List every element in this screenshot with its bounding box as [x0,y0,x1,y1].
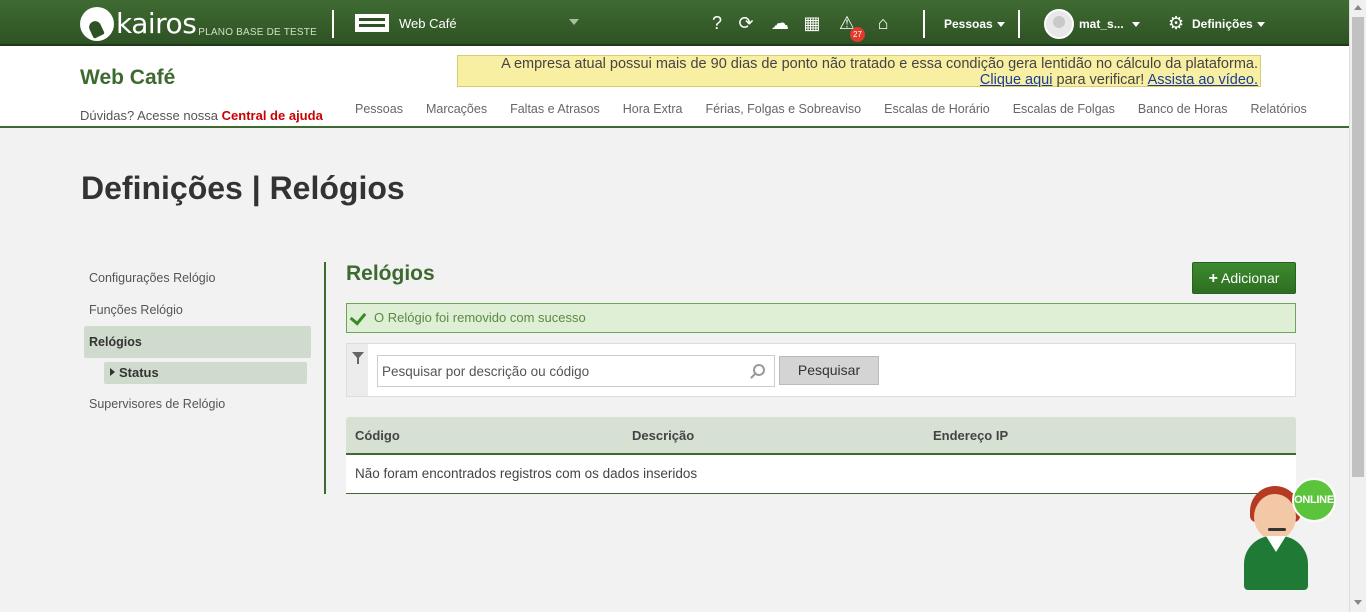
warning-banner: A empresa atual possui mais de 90 dias d… [457,55,1261,88]
chevron-down-icon [1256,22,1265,28]
video-link[interactable]: Assista ao vídeo. [1148,72,1258,88]
sidebar-item-funcoes[interactable]: Funções Relógio [84,294,311,326]
header: Web Café Dúvidas? Acesse nossa Central d… [0,46,1349,128]
gear-icon[interactable]: ⚙ [1168,13,1184,33]
empty-state-message: Não foram encontrados registros com os d… [346,455,1296,494]
username-label: mat_s... [1079,17,1124,31]
help-icon[interactable]: ? [706,13,728,33]
sidebar-divider [324,262,326,494]
help-center-link[interactable]: Central de ajuda [222,108,323,123]
nav-faltas-atrasos[interactable]: Faltas e Atrasos [510,102,600,116]
warning-text: A empresa atual possui mais de 90 dias d… [501,56,1258,72]
nav-ferias-folgas[interactable]: Férias, Folgas e Sobreaviso [705,102,861,116]
chevron-down-icon [1131,22,1140,28]
agent-head [1254,494,1296,540]
divider [923,10,925,38]
column-header-ip[interactable]: Endereço IP [933,428,1008,443]
main-nav: Pessoas Marcações Faltas e Atrasos Hora … [355,102,1330,116]
success-alert: O Relógio foi removido com sucesso [346,303,1296,333]
scroll-thumb[interactable] [1352,17,1364,477]
logo-text: kairos [116,7,197,40]
settings-menu-label: Definições [1192,17,1253,31]
building-icon [355,14,389,32]
chevron-down-icon [996,22,1005,28]
sidebar: Configurações Relógio Funções Relógio Re… [84,262,311,420]
check-link[interactable]: Clique aqui [980,72,1053,88]
search-input[interactable] [377,355,775,387]
nav-hora-extra[interactable]: Hora Extra [623,102,683,116]
people-menu[interactable]: Pessoas [944,17,1005,31]
filter-toggle[interactable] [347,344,368,396]
alert-count-badge: 27 [850,27,865,42]
column-header-descricao[interactable]: Descrição [632,428,694,443]
warning-mid-text: para verificar! [1056,72,1145,88]
add-button[interactable]: + Adicionar [1192,262,1296,294]
scroll-down-icon[interactable] [1354,600,1362,605]
section-title: Relógios [346,262,435,285]
help-text: Dúvidas? Acesse nossa Central de ajuda [80,108,323,123]
company-title: Web Café [80,66,176,89]
sync-icon[interactable]: ⟳ [735,13,757,33]
sidebar-subitem-label: Status [119,365,159,380]
avatar[interactable] [1044,9,1074,39]
sidebar-item-relogios[interactable]: Relógios [84,326,311,358]
divider [1018,10,1020,38]
table-header: Código Descrição Endereço IP [346,417,1296,455]
filter-icon [352,352,364,364]
nav-banco-horas[interactable]: Banco de Horas [1138,102,1228,116]
cloud-upload-icon[interactable]: ☁ [769,13,791,33]
column-header-codigo[interactable]: Código [355,428,400,443]
page-title: Definições | Relógios [81,170,405,206]
plus-icon: + [1208,270,1218,287]
company-selector[interactable]: Web Café [355,14,457,32]
inbox-icon[interactable]: ⌂ [872,13,894,33]
scroll-up-icon[interactable] [1354,5,1362,10]
chevron-down-icon[interactable] [569,19,579,25]
nav-relatorios[interactable]: Relatórios [1251,102,1307,116]
sidebar-subitem-status[interactable]: Status [104,362,307,384]
headset-icon [1268,528,1286,531]
top-bar: kairos PLANO BASE DE TESTE Web Café ? ⟳ … [0,0,1349,46]
add-button-label: Adicionar [1221,270,1280,286]
check-icon [349,308,367,326]
online-badge[interactable]: ONLINE [1292,478,1336,522]
nav-marcacoes[interactable]: Marcações [426,102,487,116]
help-label: Dúvidas? Acesse nossa [80,108,219,123]
nav-escalas-folgas[interactable]: Escalas de Folgas [1013,102,1115,116]
logo-mark-icon [80,7,114,41]
user-menu[interactable]: mat_s... [1079,17,1140,31]
people-menu-label: Pessoas [944,17,993,31]
success-message: O Relógio foi removido com sucesso [374,310,586,325]
chat-widget[interactable]: ONLINE [1240,476,1340,592]
calculator-icon[interactable]: ▦ [801,13,823,33]
caret-right-icon [110,368,115,376]
sidebar-item-supervisores[interactable]: Supervisores de Relógio [84,388,311,420]
kairos-logo[interactable]: kairos PLANO BASE DE TESTE [80,5,317,41]
nav-escalas-horario[interactable]: Escalas de Horário [884,102,990,116]
search-button[interactable]: Pesquisar [779,356,879,385]
company-name: Web Café [399,15,457,31]
plan-label: PLANO BASE DE TESTE [198,27,317,38]
settings-menu[interactable]: Definições [1192,17,1265,31]
nav-pessoas[interactable]: Pessoas [355,102,403,116]
vertical-scrollbar[interactable] [1349,0,1366,612]
search-icon[interactable] [753,364,765,376]
clocks-table: Código Descrição Endereço IP Não foram e… [346,417,1296,494]
sidebar-item-configuracoes[interactable]: Configurações Relógio [84,262,311,294]
divider [332,10,334,38]
search-panel: Pesquisar [346,343,1296,397]
